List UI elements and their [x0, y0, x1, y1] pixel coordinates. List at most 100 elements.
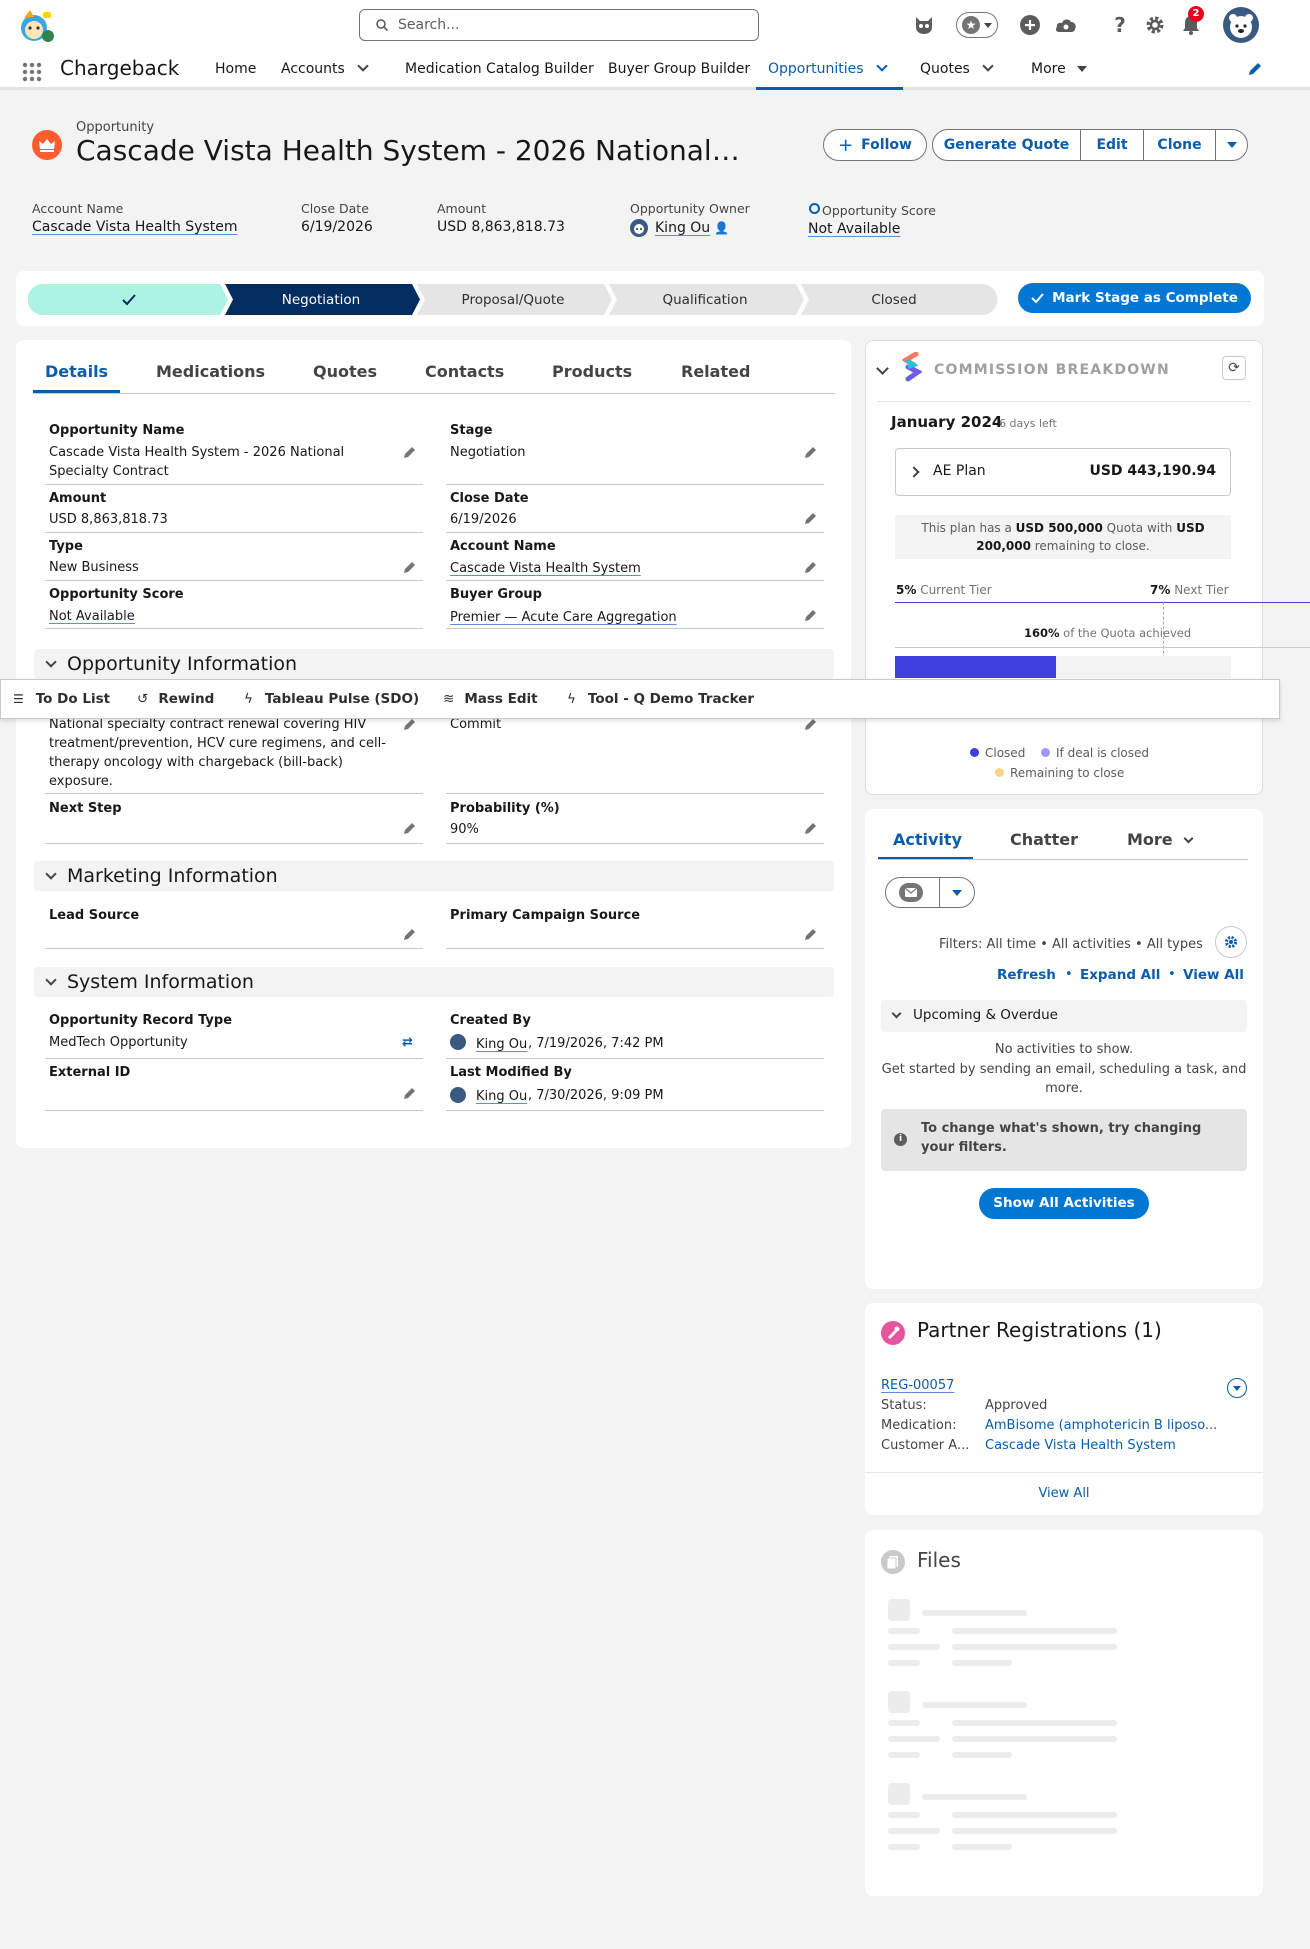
partner-view-all-link[interactable]: View All — [865, 1486, 1263, 1501]
chevron-down-icon[interactable] — [982, 60, 994, 72]
tab-contacts[interactable]: Contacts — [425, 362, 504, 381]
creator-avatar — [450, 1034, 466, 1050]
nav-item-quotes[interactable]: Quotes — [920, 50, 994, 87]
opportunity-score-link[interactable]: Not Available — [49, 607, 135, 626]
edit-pencil-icon[interactable] — [805, 512, 817, 524]
ae-plan-row[interactable]: AE Plan USD 443,190.94 — [895, 448, 1231, 496]
utility-q-demo-tracker[interactable]: ϟ Tool - Q Demo Tracker — [567, 680, 754, 718]
utility-mass-edit[interactable]: ≋ Mass Edit — [443, 680, 538, 718]
change-record-type-icon[interactable]: ⇄ — [402, 1035, 413, 1050]
caret-down-icon[interactable] — [952, 890, 962, 896]
edit-pencil-icon[interactable] — [404, 1087, 416, 1099]
astro-app-icon[interactable] — [16, 6, 56, 44]
amount-value: USD 8,863,818.73 — [49, 512, 168, 527]
highlight-account-name-link[interactable]: Cascade Vista Health System — [32, 219, 237, 235]
row-actions-dropdown[interactable] — [1227, 1378, 1247, 1398]
edit-pencil-icon[interactable] — [805, 446, 817, 458]
nav-item-buyer-group-builder[interactable]: Buyer Group Builder — [608, 50, 750, 87]
search-input[interactable]: Search... — [359, 9, 759, 41]
legend-remaining: Remaining to close — [995, 766, 1124, 780]
legend-closed: Closed — [970, 746, 1025, 760]
highlight-score-link[interactable]: Not Available — [808, 221, 900, 237]
path-step-closed[interactable]: Closed — [804, 284, 984, 315]
tab-activity[interactable]: Activity — [893, 830, 962, 849]
einstein-icon[interactable] — [911, 12, 937, 38]
expand-all-link[interactable]: Expand All — [1080, 967, 1160, 983]
email-icon — [899, 883, 923, 902]
edit-pencil-icon[interactable] — [404, 561, 416, 573]
description-line2: treatment/prevention, HCV cure regimens,… — [49, 736, 386, 751]
customer-link[interactable]: Cascade Vista Health System — [985, 1438, 1176, 1453]
refresh-link[interactable]: Refresh — [997, 967, 1056, 983]
edit-pencil-icon[interactable] — [805, 609, 817, 621]
medication-link[interactable]: AmBisome (amphotericin B liposo... — [985, 1418, 1217, 1433]
created-by-link[interactable]: King Ou — [476, 1035, 527, 1054]
generate-quote-button[interactable]: Generate Quote — [932, 129, 1081, 161]
section-marketing-information[interactable]: Marketing Information — [34, 861, 834, 891]
mark-stage-complete-button[interactable]: Mark Stage as Complete — [1018, 283, 1251, 313]
nav-item-home[interactable]: Home — [215, 50, 256, 87]
chevron-down-icon[interactable] — [875, 60, 888, 72]
edit-pencil-icon[interactable] — [404, 718, 416, 730]
edit-nav-pencil-icon[interactable] — [1248, 62, 1262, 80]
filter-settings-button[interactable] — [1215, 926, 1247, 958]
section-opportunity-information[interactable]: Opportunity Information — [34, 649, 834, 679]
edit-pencil-icon[interactable] — [404, 822, 416, 834]
help-icon[interactable]: ? — [1107, 12, 1133, 38]
nav-item-accounts[interactable]: Accounts — [281, 50, 369, 87]
nav-item-opportunities[interactable]: Opportunities — [756, 50, 903, 90]
tab-details[interactable]: Details — [45, 362, 108, 381]
favorites-button[interactable]: ★ — [956, 12, 998, 38]
more-actions-dropdown[interactable] — [1215, 129, 1248, 161]
edit-pencil-icon[interactable] — [805, 718, 817, 730]
add-icon[interactable] — [1017, 12, 1043, 38]
chevron-down-icon — [891, 1008, 902, 1019]
edit-pencil-icon[interactable] — [805, 561, 817, 573]
path-step-proposal-quote[interactable]: Proposal/Quote — [420, 284, 606, 315]
clone-button[interactable]: Clone — [1143, 129, 1216, 161]
stage-label: Stage — [450, 423, 493, 438]
refresh-icon[interactable]: ⟳ — [1222, 356, 1246, 380]
edit-pencil-icon[interactable] — [404, 928, 416, 940]
utility-to-do-list[interactable]: ☰ To Do List — [13, 680, 110, 718]
path-step-negotiation[interactable]: Negotiation — [228, 284, 414, 315]
setup-cloud-icon[interactable] — [1053, 12, 1079, 38]
commission-title: COMMISSION BREAKDOWN — [934, 362, 1170, 378]
app-navigation-bar: Chargeback Home Accounts Medication Cata… — [0, 50, 1310, 90]
change-owner-icon[interactable]: 👤 — [714, 221, 729, 235]
show-all-activities-button[interactable]: Show All Activities — [979, 1188, 1149, 1219]
registration-link[interactable]: REG-00057 — [881, 1378, 954, 1393]
chevron-down-icon[interactable] — [357, 60, 369, 72]
edit-pencil-icon[interactable] — [805, 822, 817, 834]
gear-icon[interactable] — [1142, 12, 1168, 38]
edit-pencil-icon[interactable] — [404, 446, 416, 458]
upcoming-overdue-section[interactable]: Upcoming & Overdue — [881, 1000, 1247, 1032]
edit-pencil-icon[interactable] — [805, 928, 817, 940]
section-system-information[interactable]: System Information — [34, 967, 834, 997]
utility-rewind[interactable]: ↺ Rewind — [137, 680, 214, 718]
account-name-link[interactable]: Cascade Vista Health System — [450, 559, 641, 578]
path-step-complete[interactable] — [44, 284, 214, 315]
follow-label: Follow — [861, 137, 912, 153]
edit-button[interactable]: Edit — [1080, 129, 1144, 161]
tab-chatter[interactable]: Chatter — [1010, 830, 1078, 849]
buyer-group-link[interactable]: Premier — Acute Care Aggregation — [450, 608, 677, 627]
last-modified-by-link[interactable]: King Ou — [476, 1087, 527, 1106]
tab-related[interactable]: Related — [681, 362, 750, 381]
nav-item-more[interactable]: More — [1031, 50, 1087, 87]
path-step-qualification[interactable]: Qualification — [612, 284, 798, 315]
avatar[interactable] — [1223, 7, 1259, 43]
highlight-owner-link[interactable]: King Ou — [655, 220, 710, 236]
follow-button[interactable]: + Follow — [823, 129, 927, 161]
view-all-link[interactable]: View All — [1183, 967, 1244, 983]
file-placeholder-thumb — [888, 1599, 910, 1621]
nav-item-medication-catalog-builder[interactable]: Medication Catalog Builder — [405, 50, 594, 87]
tab-quotes[interactable]: Quotes — [313, 362, 377, 381]
tab-more[interactable]: More — [1127, 830, 1194, 849]
email-action-button[interactable] — [885, 877, 975, 908]
utility-tableau-pulse[interactable]: ϟ Tableau Pulse (SDO) — [244, 680, 419, 718]
get-started-text-2: more. — [1045, 1081, 1083, 1096]
app-launcher-icon[interactable] — [22, 62, 42, 82]
tab-products[interactable]: Products — [552, 362, 632, 381]
tab-medications[interactable]: Medications — [156, 362, 265, 381]
